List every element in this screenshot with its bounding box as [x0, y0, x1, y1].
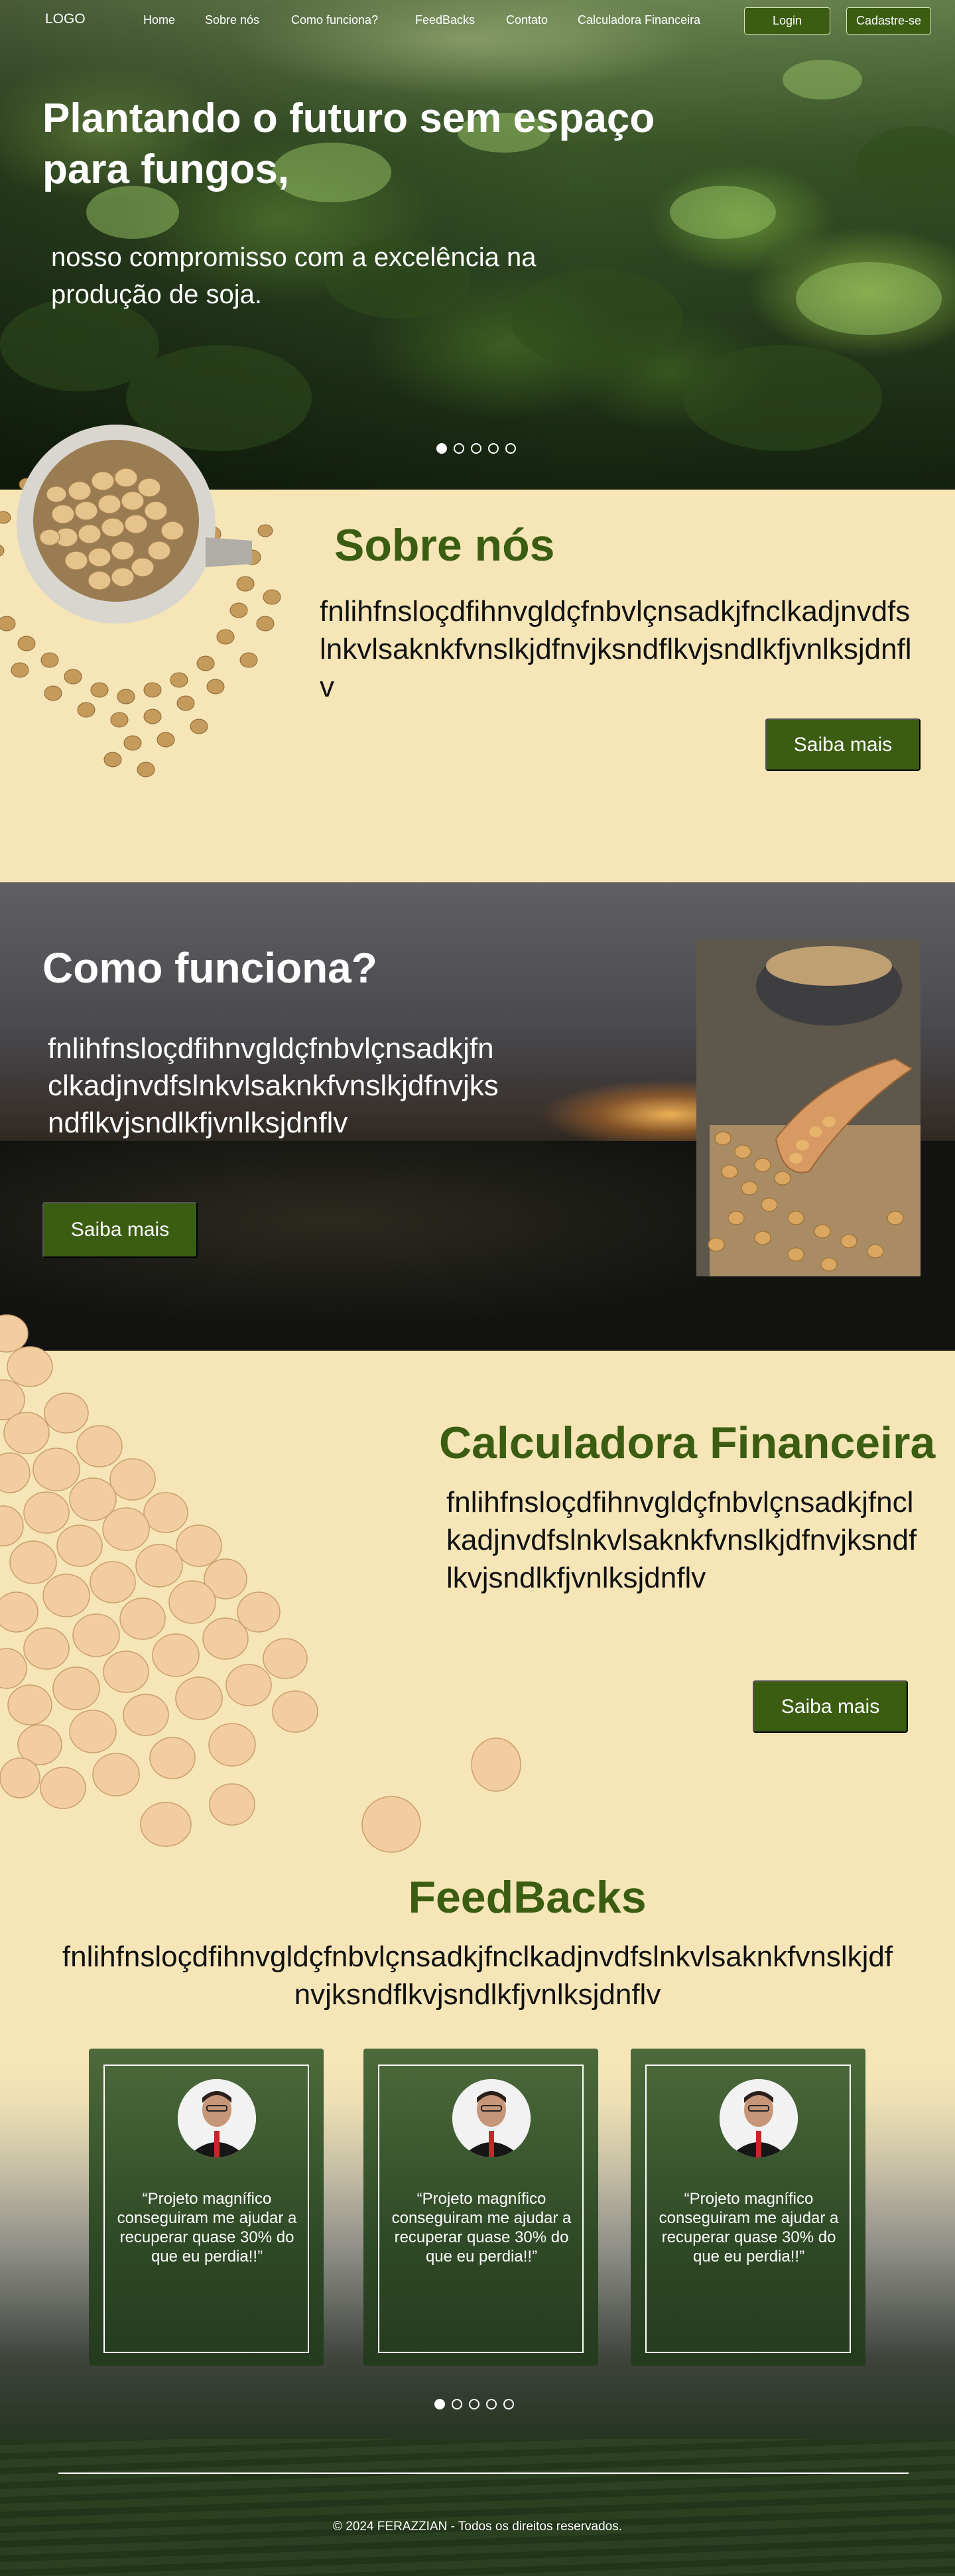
carousel-dot[interactable] — [469, 2399, 479, 2409]
carousel-dot[interactable] — [452, 2399, 462, 2409]
feedback-quote: “Projeto magnífico conseguiram me ajudar… — [117, 2190, 297, 2266]
sobre-text: fnlihfnsloçdfihnvgldçfnbvlçnsadkjfnclkad… — [320, 595, 912, 703]
nav-link-home[interactable]: Home — [143, 13, 175, 27]
field-background — [0, 2439, 955, 2576]
hero-section: LOGO Home Sobre nós Como funciona? FeedB… — [0, 0, 955, 490]
carousel-dot[interactable] — [488, 443, 499, 454]
nav-link-contato[interactable]: Contato — [506, 13, 548, 27]
hero-carousel-dots — [436, 443, 516, 454]
sobre-title: Sobre nós — [334, 520, 555, 571]
carousel-dot[interactable] — [486, 2399, 497, 2409]
soybean-scoop-image — [696, 939, 921, 1276]
feedback-quote: “Projeto magnífico conseguiram me ajudar… — [659, 2190, 839, 2266]
feedbacks-section: FeedBacks fnlihfnsloçdfihnvgldçfnbvlçnsa… — [0, 1855, 955, 2576]
signup-button[interactable]: Cadastre-se — [846, 7, 931, 34]
feedbacks-text: fnlihfnsloçdfihnvgldçfnbvlçnsadkjfnclkad… — [62, 1940, 893, 2011]
avatar — [720, 2079, 798, 2157]
soybean-cup-image — [0, 425, 298, 803]
feedback-card: “Projeto magnífico conseguiram me ajudar… — [89, 2049, 324, 2366]
carousel-dot[interactable] — [505, 443, 516, 454]
logo: LOGO — [45, 11, 86, 27]
nav-link-calculadora[interactable]: Calculadora Financeira — [578, 13, 700, 27]
carousel-dot[interactable] — [503, 2399, 514, 2409]
soybean-pile-image — [0, 1300, 544, 1884]
feedback-card-frame: “Projeto magnífico conseguiram me ajudar… — [103, 2065, 309, 2353]
login-button[interactable]: Login — [744, 7, 830, 34]
carousel-dot[interactable] — [436, 443, 447, 454]
carousel-dot[interactable] — [471, 443, 481, 454]
como-title: Como funciona? — [42, 944, 377, 992]
feedback-card: “Projeto magnífico conseguiram me ajudar… — [631, 2049, 865, 2366]
nav-link-sobre-nos[interactable]: Sobre nós — [205, 13, 259, 27]
avatar — [178, 2079, 256, 2157]
top-nav: LOGO Home Sobre nós Como funciona? FeedB… — [0, 0, 955, 40]
feedback-card-frame: “Projeto magnífico conseguiram me ajudar… — [378, 2065, 584, 2353]
hero-subtitle: nosso compromisso com a excelência na pr… — [51, 243, 537, 309]
feedback-quote: “Projeto magnífico conseguiram me ajudar… — [391, 2190, 572, 2266]
feedback-card: “Projeto magnífico conseguiram me ajudar… — [363, 2049, 598, 2366]
footer-divider — [58, 2473, 909, 2474]
calc-saiba-mais-button[interactable]: Saiba mais — [753, 1680, 908, 1733]
feedback-card-frame: “Projeto magnífico conseguiram me ajudar… — [645, 2065, 851, 2353]
como-saiba-mais-button[interactable]: Saiba mais — [42, 1202, 198, 1258]
feedback-carousel-dots — [434, 2399, 514, 2409]
avatar — [452, 2079, 531, 2157]
carousel-dot[interactable] — [434, 2399, 445, 2409]
nav-link-como-funciona[interactable]: Como funciona? — [291, 13, 378, 27]
carousel-dot[interactable] — [454, 443, 464, 454]
hero-title: Plantando o futuro sem espaço para fungo… — [42, 96, 655, 192]
footer-copyright: © 2024 FERAZZIAN - Todos os direitos res… — [332, 2520, 623, 2534]
sobre-saiba-mais-button[interactable]: Saiba mais — [765, 718, 921, 771]
como-text: fnlihfnsloçdfihnvgldçfnbvlçnsadkjfnclkad… — [48, 1032, 499, 1139]
como-funciona-section: Como funciona? fnlihfnsloçdfihnvgldçfnbv… — [0, 882, 955, 1351]
nav-link-feedbacks[interactable]: FeedBacks — [415, 13, 475, 27]
